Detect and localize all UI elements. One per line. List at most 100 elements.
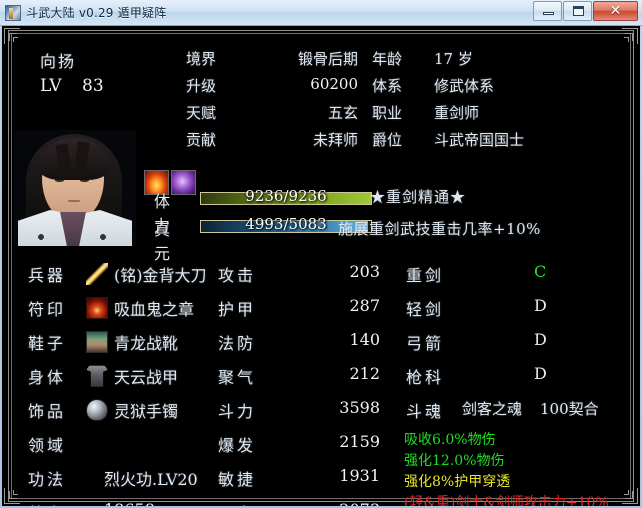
age-value: 17 岁 [434, 50, 473, 68]
stat-label: 法防 [218, 334, 257, 353]
equipment-label: 功法 [28, 470, 67, 489]
stat-row-armor: 护甲 287 [218, 292, 388, 326]
proficiency-row-bow: 弓箭 D [406, 326, 636, 360]
character-portrait [14, 130, 136, 246]
stat-label: 斗力 [218, 402, 257, 421]
contribution-label: 贡献 [186, 131, 217, 149]
age-label: 年龄 [372, 50, 403, 68]
battle-soul-row: 斗魂 剑客之魂 100契合 [406, 394, 636, 428]
maximize-icon [573, 6, 584, 16]
stat-row-attack: 攻击 203 [218, 258, 388, 292]
equipment-row-boots[interactable]: 鞋子 青龙战靴 [22, 326, 222, 360]
portrait-crest-right [98, 232, 108, 242]
realm-value: 锻骨后期 [297, 50, 358, 68]
stat-value: 3598 [339, 398, 380, 417]
equipment-list: 兵器 (铭)金背大刀 符印 吸血鬼之章 鞋子 青龙战靴 身体 天云战甲 饰品 灵… [22, 258, 222, 506]
stat-value: 140 [349, 330, 380, 349]
stat-row-energy: 元力 2073 [218, 496, 388, 506]
equipment-value: 灵狱手镯 [114, 402, 179, 421]
bonus-line: (轻&重)剑士&剑师攻击力+10% [404, 495, 609, 506]
proficiency-grade: D [534, 296, 547, 315]
class-label: 职业 [372, 104, 403, 122]
proficiency-grade: C [534, 262, 547, 281]
close-button[interactable]: ✕ [593, 1, 638, 21]
equipment-row-technique[interactable]: 功法 烈火功.LV20 [22, 462, 222, 496]
red-sigil-icon [86, 297, 108, 319]
proficiency-row-heavy-sword: 重剑 C [406, 258, 636, 292]
hp-bar-text: 9236/9236 [245, 187, 327, 205]
proficiency-grade: D [534, 330, 547, 349]
stat-label: 元力 [218, 500, 256, 506]
stat-value: 2159 [339, 432, 380, 451]
stat-row-fight-power: 斗力 3598 [218, 394, 388, 428]
maximize-button[interactable] [563, 1, 592, 21]
stat-value: 212 [349, 364, 380, 383]
portrait-crest-left [36, 232, 46, 242]
window-controls: ✕ [533, 1, 640, 21]
stat-label: 爆发 [218, 436, 257, 455]
minimize-icon [543, 12, 554, 15]
battle-soul-label: 斗魂 [406, 402, 445, 421]
stats-list: 攻击 203 护甲 287 法防 140 聚气 212 斗力 3598 爆发 2… [218, 258, 388, 506]
contribution-value: 未拜师 [312, 131, 358, 149]
battle-soul-name: 剑客之魂 [462, 400, 523, 418]
equipment-label: 鞋子 [28, 334, 67, 353]
battle-soul-fit: 100契合 [540, 400, 599, 418]
bonus-line: 强化12.0%物伤 [404, 453, 505, 469]
game-viewport: 向扬 LV 83 境界 锻骨后期 升级 60200 天赋 五玄 贡献 未拜师 年… [2, 26, 640, 506]
equipment-row-sigil[interactable]: 符印 吸血鬼之章 [22, 292, 222, 326]
equipment-value: 青龙战靴 [114, 334, 179, 353]
mp-label: 真元 [154, 220, 171, 263]
title-value: 斗武帝国国士 [434, 131, 525, 149]
stat-value: 2073 [339, 500, 380, 506]
title-label: 爵位 [372, 131, 403, 149]
stat-label: 聚气 [218, 368, 257, 387]
equipment-label: 符印 [28, 300, 67, 319]
stat-value: 1931 [339, 466, 380, 485]
equipment-label: 饰品 [28, 402, 67, 421]
equipment-value: 18658 [104, 500, 155, 506]
window-title: 斗武大陆 v0.29 遁甲疑阵 [26, 6, 167, 20]
stat-label: 攻击 [218, 266, 257, 285]
equipment-value: 吸血鬼之章 [114, 300, 195, 319]
class-value: 重剑师 [434, 104, 480, 122]
upgrade-label: 升级 [186, 77, 217, 95]
equipment-value: 烈火功.LV20 [104, 470, 198, 489]
equipment-value: (铭)金背大刀 [114, 266, 207, 285]
bracelet-icon [86, 399, 108, 421]
stat-label: 敏捷 [218, 470, 257, 489]
equipment-value: 天云战甲 [114, 368, 179, 387]
equipment-row-power: 战力 18658 [22, 496, 222, 506]
equipment-row-accessory[interactable]: 饰品 灵狱手镯 [22, 394, 222, 428]
stat-value: 287 [349, 296, 380, 315]
equipment-label: 战力 [28, 500, 66, 506]
system-value: 修武体系 [434, 77, 495, 95]
stat-row-qi: 聚气 212 [218, 360, 388, 394]
proficiency-grade: D [534, 364, 547, 383]
stat-label: 护甲 [218, 300, 257, 319]
equipment-row-domain[interactable]: 领域 [22, 428, 222, 462]
proficiency-label: 枪科 [406, 368, 445, 387]
corner-ornament-bottom-left [4, 486, 22, 504]
purple-swirl-buff-icon[interactable] [171, 170, 196, 195]
proficiency-list: 重剑 C 轻剑 D 弓箭 D 枪科 D 斗魂 剑客之魂 100契合 [406, 258, 636, 428]
proficiency-row-spear: 枪科 D [406, 360, 636, 394]
window-title-bar: 斗武大陆 v0.29 遁甲疑阵 ✕ [0, 0, 642, 26]
portrait-mouth [68, 200, 80, 202]
equipment-row-weapon[interactable]: 兵器 (铭)金背大刀 [22, 258, 222, 292]
upgrade-value: 60200 [310, 75, 358, 93]
equipment-label: 兵器 [28, 266, 67, 285]
equipment-label: 领域 [28, 436, 67, 455]
boots-icon [86, 331, 108, 353]
proficiency-row-light-sword: 轻剑 D [406, 292, 636, 326]
minimize-button[interactable] [533, 1, 562, 21]
equipment-label: 身体 [28, 368, 67, 387]
stat-row-agility: 敏捷 1931 [218, 462, 388, 496]
stat-row-burst: 爆发 2159 [218, 428, 388, 462]
stat-value: 203 [349, 262, 380, 281]
app-icon [5, 4, 21, 21]
proficiency-label: 轻剑 [406, 300, 445, 319]
close-icon: ✕ [609, 3, 622, 19]
equipment-row-body[interactable]: 身体 天云战甲 [22, 360, 222, 394]
talent-value: 五玄 [327, 104, 358, 122]
